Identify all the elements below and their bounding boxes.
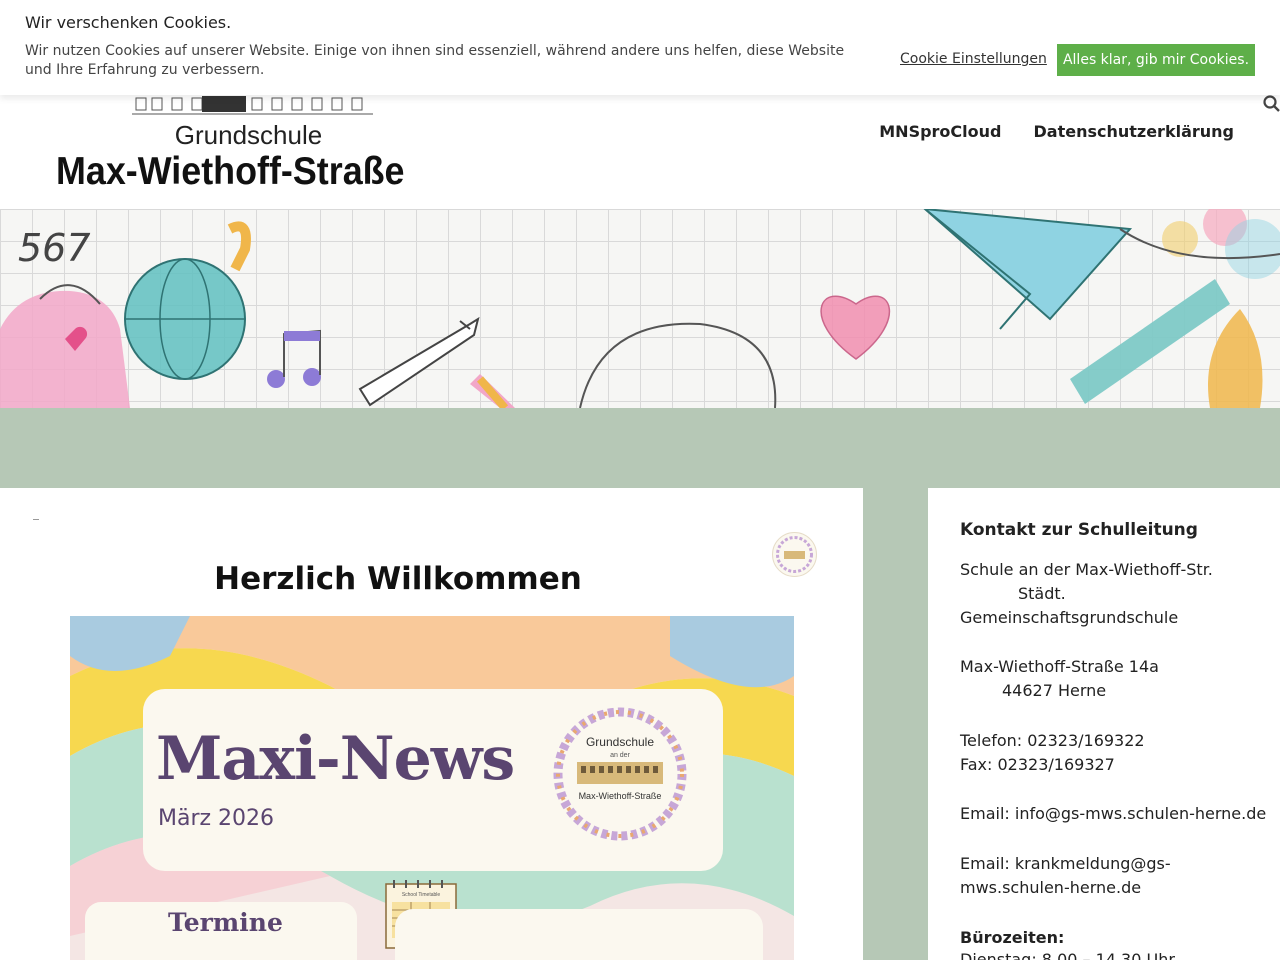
poster-title: Maxi-News bbox=[156, 724, 515, 794]
sidebar-title: Kontakt zur Schulleitung bbox=[960, 520, 1198, 540]
office-hours-tuesday: Dienstag: 8.00 – 14.30 Uhr bbox=[960, 950, 1175, 960]
fax: Fax: 02323/169327 bbox=[960, 755, 1115, 774]
maxi-news-poster[interactable]: Maxi-News März 2026 Grundschule an der M… bbox=[70, 616, 794, 960]
school-type-2: Gemeinschaftsgrundschule bbox=[960, 608, 1179, 627]
nav-item-datenschutz[interactable]: Datenschutzerklärung bbox=[1033, 122, 1234, 141]
cookie-accept-button[interactable]: Alles klar, gib mir Cookies. bbox=[1057, 44, 1255, 76]
svg-text:Grundschule: Grundschule bbox=[586, 735, 654, 749]
logo-subtitle: Grundschule bbox=[174, 120, 323, 150]
cookie-title: Wir verschenken Cookies. bbox=[25, 13, 232, 32]
hero-banner: 567 bbox=[0, 209, 1280, 408]
poster-date: März 2026 bbox=[158, 806, 275, 831]
office-hours-label: Bürozeiten: bbox=[960, 928, 1065, 947]
school-building-logo bbox=[132, 96, 373, 116]
address-street: Max-Wiethoff-Straße 14a bbox=[960, 657, 1159, 676]
svg-text:an der: an der bbox=[610, 752, 631, 759]
termine-heading: Termine bbox=[168, 908, 283, 937]
main-nav: MNSproCloud Datenschutzerklärung bbox=[879, 122, 1234, 141]
logo-title[interactable]: Max-Wiethoff-Straße bbox=[56, 150, 405, 194]
school-seal-icon: Grundschule an der Max-Wiethoff-Straße bbox=[553, 707, 687, 841]
address-city: 44627 Herne bbox=[1002, 681, 1107, 700]
svg-text:School Timetable: School Timetable bbox=[402, 892, 441, 898]
school-name: Schule an der Max-Wiethoff-Str. bbox=[960, 560, 1213, 579]
cookie-banner: Wir verschenken Cookies. Wir nutzen Cook… bbox=[0, 0, 1280, 95]
phone: Telefon: 02323/169322 bbox=[960, 731, 1145, 750]
cookie-settings-link[interactable]: Cookie Einstellungen bbox=[900, 51, 1047, 67]
svg-text:Max-Wiethoff-Straße: Max-Wiethoff-Straße bbox=[579, 791, 662, 801]
nav-item-mnsprocloud[interactable]: MNSproCloud bbox=[879, 122, 1001, 141]
email-krankmeldung[interactable]: Email: krankmeldung@gs- bbox=[960, 854, 1171, 873]
hero-illustration: 567 bbox=[0, 209, 1280, 408]
hero-number: 567 bbox=[18, 226, 91, 270]
cookie-text: Wir nutzen Cookies auf unserer Website. … bbox=[25, 43, 845, 78]
poster-info-box bbox=[395, 909, 763, 960]
divider bbox=[33, 519, 39, 520]
email-info[interactable]: Email: info@gs-mws.schulen-herne.de bbox=[960, 804, 1266, 823]
email-krankmeldung-cont[interactable]: mws.schulen-herne.de bbox=[960, 878, 1141, 897]
school-type-1: Städt. bbox=[1018, 584, 1066, 603]
search-icon[interactable] bbox=[1262, 94, 1280, 114]
welcome-heading: Herzlich Willkommen bbox=[214, 561, 582, 597]
